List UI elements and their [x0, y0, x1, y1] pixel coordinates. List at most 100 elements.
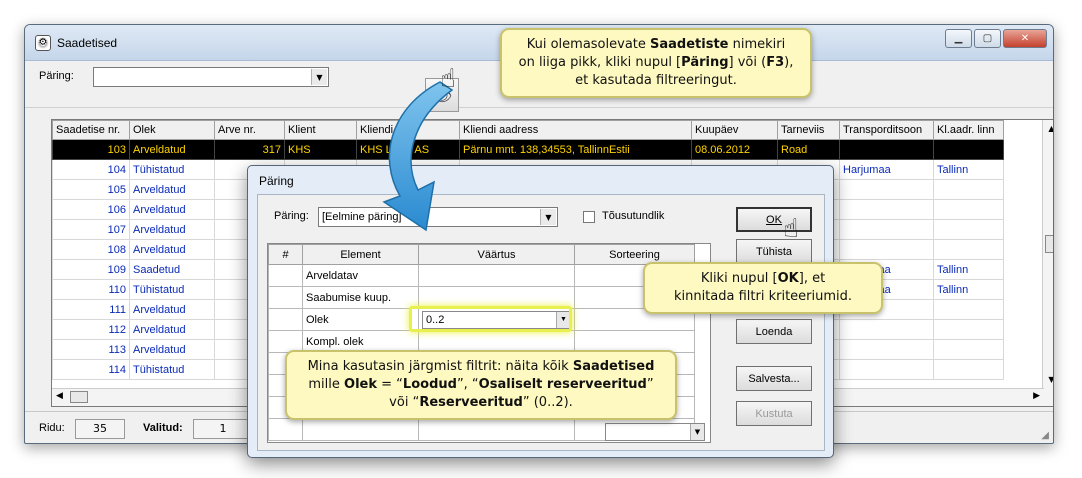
table-cell[interactable]: 113 — [52, 339, 130, 360]
table-cell[interactable] — [933, 319, 1004, 340]
table-cell[interactable] — [933, 219, 1004, 240]
scroll-up-icon[interactable]: ▲ — [1043, 124, 1053, 133]
table-cell[interactable] — [933, 139, 1004, 160]
save-button[interactable]: Salvesta... — [736, 366, 812, 391]
filter-header-row: # Element Väärtus Sorteering — [268, 244, 695, 265]
table-cell[interactable]: Tallinn — [933, 279, 1004, 300]
col-header[interactable]: Kliendi aadress — [459, 120, 692, 140]
close-button[interactable]: ✕ — [1003, 29, 1047, 48]
col-header[interactable]: Olek — [129, 120, 215, 140]
olek-value-highlight — [409, 306, 572, 332]
table-row[interactable]: 103Arveldatud317KHSKHS Lines ASPärnu mnt… — [52, 139, 1004, 160]
col-header[interactable]: Klient — [284, 120, 357, 140]
table-cell[interactable] — [839, 339, 934, 360]
table-cell[interactable] — [839, 139, 934, 160]
filter-element[interactable]: Arveldatav — [302, 264, 419, 287]
scroll-thumb-h[interactable] — [70, 391, 88, 403]
cancel-button[interactable]: Tühista — [736, 239, 812, 264]
grid-header-row: Saadetise nr. Olek Arve nr. Klient Klien… — [52, 120, 1004, 140]
table-cell[interactable]: 105 — [52, 179, 130, 200]
rows-label: Ridu: — [39, 422, 65, 434]
col-header[interactable]: Kuupäev — [691, 120, 778, 140]
chevron-down-icon: ▼ — [311, 69, 327, 85]
table-cell[interactable]: Arveldatud — [129, 199, 215, 220]
col-header[interactable]: Transporditsoon — [839, 120, 934, 140]
table-cell[interactable]: Tühistatud — [129, 359, 215, 380]
table-cell[interactable]: 103 — [52, 139, 130, 160]
selected-count: 1 — [193, 419, 253, 439]
col-header[interactable]: Kl.aadr. linn — [933, 120, 1004, 140]
table-cell[interactable]: Road — [777, 139, 840, 160]
callout-query: Kui olemasolevate Saadetiste nimekiri on… — [500, 28, 812, 98]
table-cell[interactable] — [933, 179, 1004, 200]
table-cell[interactable]: Tallinn — [933, 159, 1004, 180]
table-cell[interactable]: Saadetud — [129, 259, 215, 280]
table-cell[interactable]: 109 — [52, 259, 130, 280]
scroll-right-icon[interactable]: ▶ — [1033, 391, 1040, 401]
window-title: Saadetised — [57, 36, 118, 50]
dialog-title: Päring — [259, 174, 294, 188]
table-cell[interactable]: 108 — [52, 239, 130, 260]
table-cell[interactable]: Arveldatud — [129, 319, 215, 340]
dialog-query-label: Päring: — [274, 210, 309, 222]
table-cell[interactable] — [839, 199, 934, 220]
scroll-thumb[interactable] — [1045, 235, 1053, 253]
table-cell[interactable] — [933, 239, 1004, 260]
vertical-scrollbar[interactable]: ▲ ▼ — [1042, 120, 1053, 406]
table-cell[interactable] — [839, 359, 934, 380]
filter-element[interactable]: Saabumise kuup. — [302, 286, 419, 309]
ascending-label: Tõusutundlik — [602, 210, 665, 222]
table-cell[interactable] — [839, 179, 934, 200]
table-cell[interactable]: Arveldatud — [129, 299, 215, 320]
ascending-checkbox[interactable] — [583, 211, 595, 223]
table-cell[interactable]: 112 — [52, 319, 130, 340]
table-cell[interactable]: Arveldatud — [129, 179, 215, 200]
table-cell[interactable]: Tühistatud — [129, 279, 215, 300]
table-cell[interactable]: Arveldatud — [129, 139, 215, 160]
filter-element[interactable]: Olek — [302, 308, 419, 331]
table-cell[interactable]: 114 — [52, 359, 130, 380]
list-button[interactable]: Loenda — [736, 319, 812, 344]
table-cell[interactable]: 08.06.2012 — [691, 139, 778, 160]
table-cell[interactable]: Pärnu mnt. 138,34553, TallinnEstii — [459, 139, 692, 160]
table-cell[interactable] — [933, 299, 1004, 320]
hand-pointer-icon: ☝ — [440, 64, 456, 94]
window-controls: ▁ ▢ ✕ — [945, 29, 1047, 48]
resize-grip-icon[interactable]: ◢ — [1041, 430, 1049, 441]
maximize-button[interactable]: ▢ — [974, 29, 1001, 48]
table-cell[interactable]: 106 — [52, 199, 130, 220]
query-select[interactable]: ▼ — [93, 67, 329, 87]
table-cell[interactable]: Tallinn — [933, 259, 1004, 280]
table-cell[interactable] — [839, 319, 934, 340]
table-cell[interactable]: Harjumaa — [839, 159, 934, 180]
table-cell[interactable]: KHS — [284, 139, 357, 160]
delete-button[interactable]: Kustuta — [736, 401, 812, 426]
table-cell[interactable] — [933, 339, 1004, 360]
filter-col-header: Väärtus — [418, 244, 575, 265]
table-cell[interactable] — [933, 359, 1004, 380]
table-cell[interactable]: Tühistatud — [129, 159, 215, 180]
sort-select[interactable]: ▼ — [605, 423, 705, 441]
table-cell[interactable] — [839, 239, 934, 260]
col-header[interactable]: Saadetise nr. — [52, 120, 130, 140]
table-cell[interactable]: 107 — [52, 219, 130, 240]
table-cell[interactable] — [839, 219, 934, 240]
table-cell[interactable] — [933, 199, 1004, 220]
filter-row[interactable]: Arveldatav — [268, 264, 695, 287]
filter-value[interactable] — [418, 264, 575, 287]
col-header[interactable]: Arve nr. — [214, 120, 285, 140]
table-cell[interactable]: Arveldatud — [129, 239, 215, 260]
table-cell[interactable]: Arveldatud — [129, 219, 215, 240]
minimize-button[interactable]: ▁ — [945, 29, 972, 48]
scroll-left-icon[interactable]: ◀ — [56, 391, 63, 401]
table-cell[interactable]: 110 — [52, 279, 130, 300]
arrow-icon — [382, 81, 454, 232]
scroll-down-icon[interactable]: ▼ — [1043, 375, 1053, 384]
table-cell[interactable]: 104 — [52, 159, 130, 180]
ok-button[interactable]: OK — [736, 207, 812, 232]
query-label: Päring: — [39, 70, 74, 82]
table-cell[interactable]: 317 — [214, 139, 285, 160]
col-header[interactable]: Tarneviis — [777, 120, 840, 140]
table-cell[interactable]: 111 — [52, 299, 130, 320]
table-cell[interactable]: Arveldatud — [129, 339, 215, 360]
